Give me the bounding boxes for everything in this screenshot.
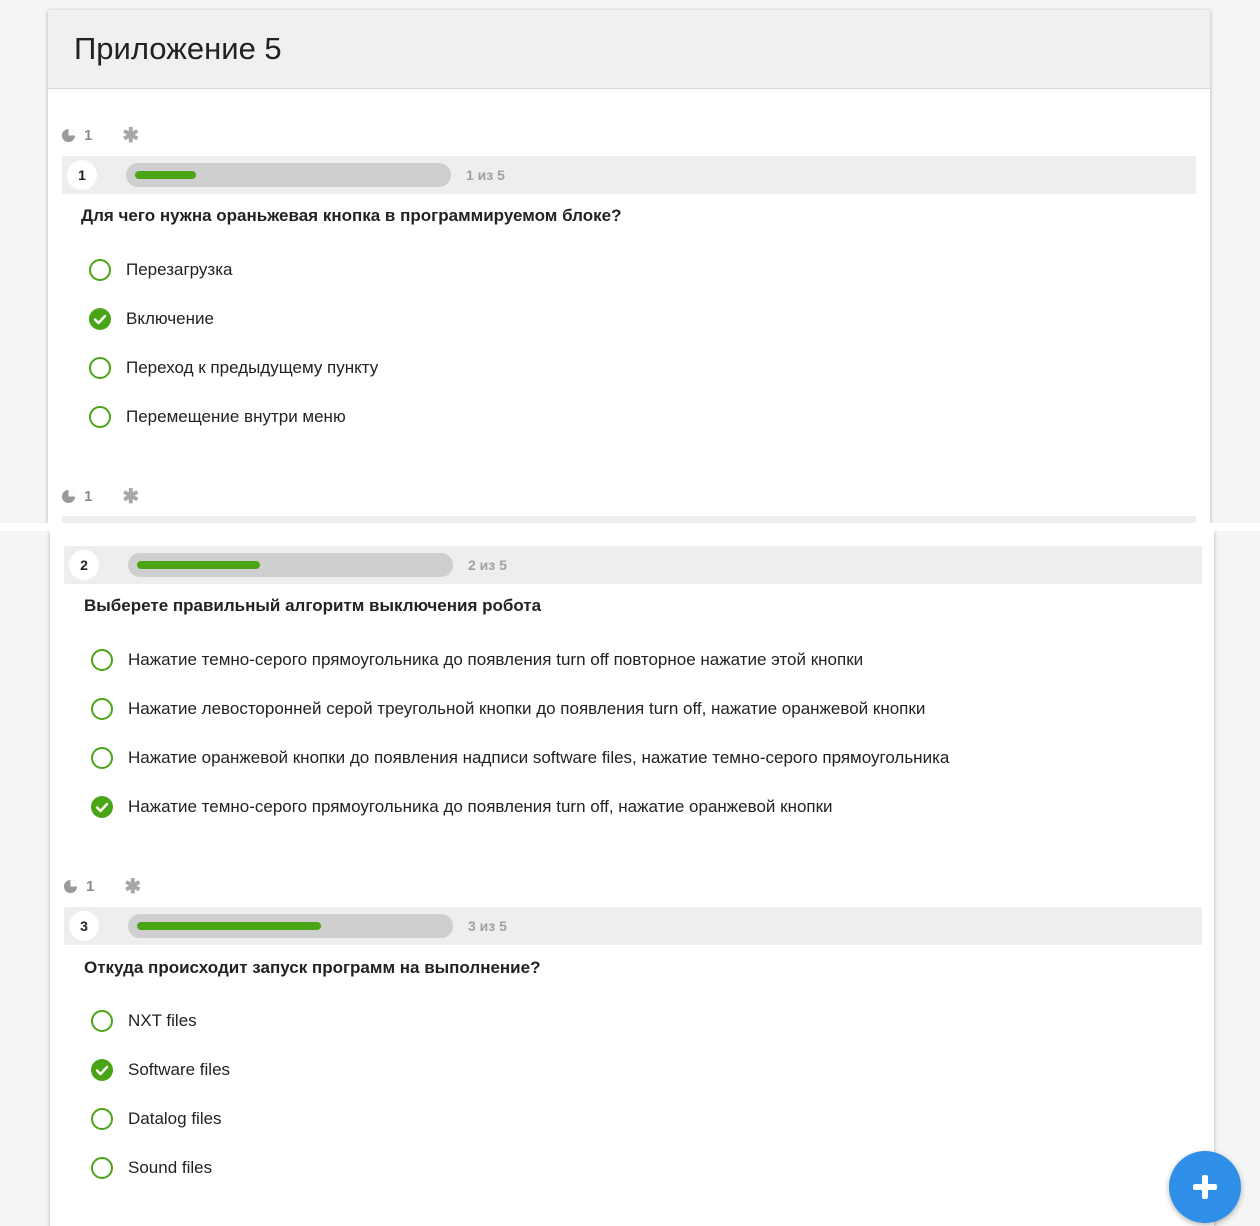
progress-bar (128, 914, 453, 938)
question-header: 1 1 из 5 (62, 156, 1196, 194)
quiz-card: Приложение 5 1 ✱ 1 1 из 5 Для чего нужна… (48, 10, 1210, 523)
answer-list: Перезагрузка Включение Переход к предыду… (88, 245, 378, 441)
progress-text: 3 из 5 (468, 918, 507, 934)
answer-option-correct[interactable]: Software files (90, 1045, 230, 1094)
answer-label: Переход к предыдущему пункту (126, 357, 379, 377)
answer-option[interactable]: Нажатие оранжевой кнопки до появления на… (90, 733, 949, 782)
progress-text: 1 из 5 (466, 167, 505, 183)
page-title: Приложение 5 (74, 31, 282, 66)
add-button[interactable] (1169, 1151, 1241, 1223)
check-circle-icon[interactable] (90, 795, 114, 819)
screenshot-top: Приложение 5 1 ✱ 1 1 из 5 Для чего нужна… (0, 0, 1260, 523)
answer-option[interactable]: Переход к предыдущему пункту (88, 343, 378, 392)
answer-label: NXT files (128, 1010, 197, 1030)
question-header: 3 3 из 5 (64, 907, 1202, 945)
answer-label: Software files (128, 1059, 231, 1079)
answer-option-correct[interactable]: Нажатие темно-серого прямоугольника до п… (90, 782, 949, 831)
radio-empty-icon[interactable] (90, 697, 114, 721)
progress-fill (137, 922, 321, 930)
answer-option-correct[interactable]: Включение (88, 294, 378, 343)
answer-label: Sound files (128, 1157, 213, 1177)
radio-empty-icon[interactable] (90, 746, 114, 770)
answer-label: Нажатие оранжевой кнопки до появления на… (128, 747, 950, 767)
answer-option[interactable]: Datalog files (90, 1094, 230, 1143)
radio-empty-icon[interactable] (88, 356, 112, 380)
check-circle-icon[interactable] (88, 307, 112, 331)
pie-chart-icon (63, 879, 78, 894)
answer-label: Datalog files (128, 1108, 222, 1128)
answer-label: Перезагрузка (126, 259, 233, 279)
answer-option[interactable]: Перемещение внутри меню (88, 392, 378, 441)
answer-list: Нажатие темно-серого прямоугольника до п… (90, 635, 949, 831)
answer-option[interactable]: Нажатие темно-серого прямоугольника до п… (90, 635, 949, 684)
points-value: 1 (84, 127, 93, 144)
answer-label: Включение (126, 308, 214, 328)
question-meta: 1 ✱ (61, 484, 139, 509)
question-header: 2 2 из 5 (64, 546, 1202, 584)
progress-fill (137, 561, 260, 569)
answer-label: Нажатие темно-серого прямоугольника до п… (128, 649, 864, 669)
radio-empty-icon[interactable] (90, 648, 114, 672)
progress-bar (128, 553, 453, 577)
screenshot-bottom: 2 2 из 5 Выберете правильный алгоритм вы… (0, 531, 1260, 1226)
asterisk-icon: ✱ (124, 876, 142, 898)
radio-empty-icon[interactable] (88, 258, 112, 282)
question-number: 2 (69, 550, 99, 580)
check-circle-icon[interactable] (90, 1058, 114, 1082)
question-meta: 1 ✱ (63, 874, 141, 899)
asterisk-icon: ✱ (122, 486, 140, 508)
card-header: Приложение 5 (48, 10, 1210, 89)
answer-option[interactable]: Нажатие левосторонней серой треугольной … (90, 684, 949, 733)
question-meta: 1 ✱ (61, 123, 139, 148)
question-text: Откуда происходит запуск программ на вып… (84, 958, 541, 977)
question-text: Выберете правильный алгоритм выключения … (84, 596, 542, 615)
plus-icon[interactable] (1191, 1173, 1219, 1201)
answer-option[interactable]: Sound files (90, 1143, 230, 1192)
radio-empty-icon[interactable] (90, 1107, 114, 1131)
radio-empty-icon[interactable] (90, 1009, 114, 1033)
radio-empty-icon[interactable] (90, 1156, 114, 1180)
question-number: 1 (67, 160, 97, 190)
progress-bar (126, 163, 451, 187)
quiz-card: 2 2 из 5 Выберете правильный алгоритм вы… (50, 531, 1214, 1226)
radio-empty-icon[interactable] (88, 405, 112, 429)
screenshot-seam (0, 523, 1260, 531)
points-value: 1 (86, 878, 95, 895)
progress-text: 2 из 5 (468, 557, 507, 573)
pie-chart-icon (61, 489, 76, 504)
points-value: 1 (84, 488, 93, 505)
answer-list: NXT files Software files Datalog files S… (90, 996, 230, 1192)
answer-option[interactable]: Перезагрузка (88, 245, 378, 294)
asterisk-icon: ✱ (122, 125, 140, 147)
answer-label: Перемещение внутри меню (126, 406, 346, 426)
question-header-cut (62, 516, 1196, 523)
question-text: Для чего нужна ораньжевая кнопка в прогр… (81, 206, 622, 225)
answer-label: Нажатие левосторонней серой треугольной … (128, 698, 926, 718)
progress-fill (135, 171, 196, 179)
answer-option[interactable]: NXT files (90, 996, 230, 1045)
pie-chart-icon (61, 128, 76, 143)
question-number: 3 (69, 911, 99, 941)
answer-label: Нажатие темно-серого прямоугольника до п… (128, 796, 833, 816)
